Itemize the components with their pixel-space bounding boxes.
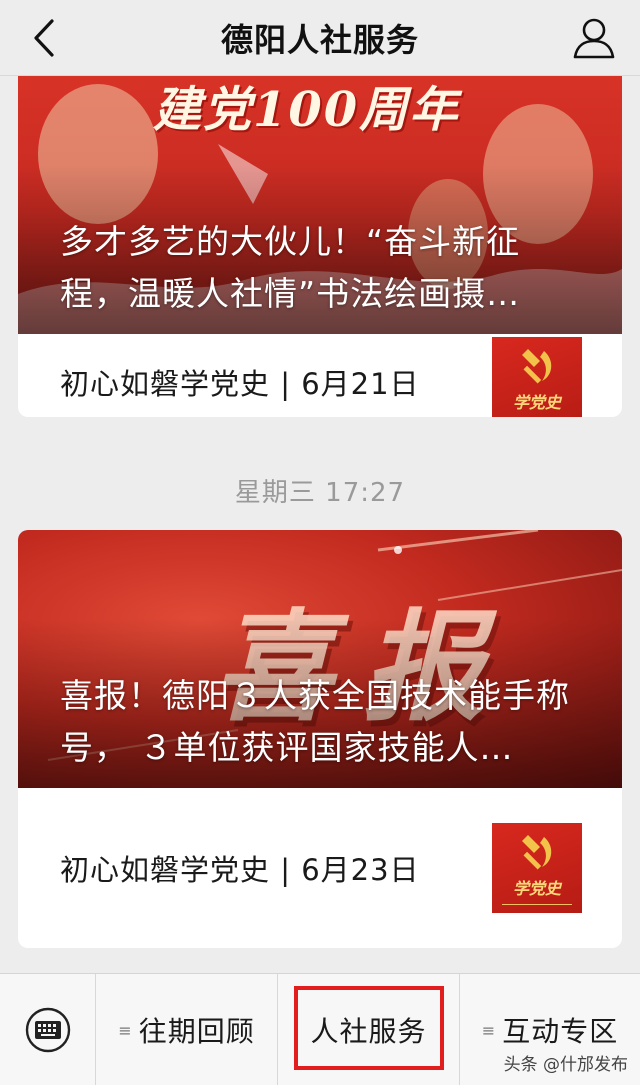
sub-article-title[interactable]: 初心如磐学党史 | 6月23日	[60, 847, 492, 889]
article-headline[interactable]: 喜报！德阳３人获全国技术能手称号， ３单位获评国家技能人…	[60, 670, 582, 774]
party-emblem-icon	[522, 349, 552, 384]
menu-list-icon: ≡	[481, 1020, 497, 1040]
article-thumbnail: 学党史	[492, 823, 582, 913]
message-timestamp: 星期三 17:27	[234, 478, 406, 508]
article-thumbnail: 学党史	[492, 337, 582, 417]
menu-item-past-review[interactable]: ≡ 往期回顾	[96, 974, 278, 1085]
keyboard-icon	[25, 1007, 70, 1053]
menu-item-label: 往期回顾	[138, 1015, 255, 1048]
article-banner[interactable]: 建党100周年 多才多艺的大伙儿！“奋斗新征程，温暖人社情”书法绘画摄…	[18, 76, 622, 334]
sub-article-title[interactable]: 初心如磐学党史 | 6月21日	[60, 361, 492, 403]
top-nav-bar: 德阳人社服务	[0, 0, 640, 76]
menu-list-icon: ≡	[118, 1020, 133, 1040]
sub-article-row[interactable]: 初心如磐学党史 | 6月21日 学党史	[18, 334, 622, 417]
back-button[interactable]	[24, 14, 64, 62]
message-feed[interactable]: 建党100周年 多才多艺的大伙儿！“奋斗新征程，温暖人社情”书法绘画摄… 初心如…	[0, 76, 640, 973]
profile-button[interactable]	[570, 12, 618, 64]
watermark: 头条 @什邡发布	[503, 1050, 628, 1075]
thumb-underline	[502, 904, 572, 905]
thumb-label: 学党史	[512, 393, 561, 412]
menu-item-label: 人社服务	[310, 1015, 427, 1048]
article-banner[interactable]: 喜报 喜报！德阳３人获全国技术能手称号， ３单位获评国家技能人…	[18, 530, 622, 788]
thumb-label: 学党史	[512, 879, 561, 898]
chevron-left-icon	[34, 19, 54, 57]
page-title: 德阳人社服务	[220, 20, 419, 59]
user-profile-icon	[573, 18, 615, 59]
menu-item-label: 互动专区	[502, 1015, 619, 1048]
menu-item-hr-services[interactable]: 人社服务	[278, 974, 460, 1085]
keyboard-toggle-button[interactable]	[0, 974, 96, 1085]
article-card[interactable]: 建党100周年 多才多艺的大伙儿！“奋斗新征程，温暖人社情”书法绘画摄… 初心如…	[18, 76, 622, 417]
article-card[interactable]: 喜报 喜报！德阳３人获全国技术能手称号， ３单位获评国家技能人… 初心如磐学党史…	[18, 530, 622, 948]
banner-decor-text: 建党100周年	[153, 82, 460, 138]
article-headline[interactable]: 多才多艺的大伙儿！“奋斗新征程，温暖人社情”书法绘画摄…	[60, 216, 582, 320]
party-emblem-icon	[522, 835, 552, 870]
sub-article-row[interactable]: 初心如磐学党史 | 6月23日 学党史	[18, 788, 622, 948]
